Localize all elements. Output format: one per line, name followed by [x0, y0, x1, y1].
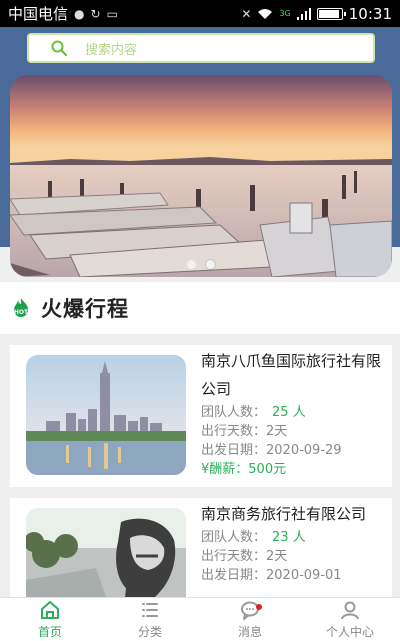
battery-icon — [316, 7, 346, 20]
tab-home[interactable]: 首页 — [0, 598, 100, 641]
tab-profile[interactable]: 个人中心 — [300, 598, 400, 641]
search-placeholder: 搜索内容 — [85, 42, 138, 58]
banner-carousel[interactable] — [10, 75, 392, 277]
wechat-icon: ● — [74, 6, 85, 21]
agency-name: 南京商务旅行社有限公司 — [201, 505, 367, 523]
bottom-tab-bar: 首页 分类 消息 个人中心 — [0, 597, 400, 641]
wifi-icon — [258, 8, 273, 19]
days-value: 2天 — [266, 549, 288, 564]
trip-card[interactable]: 南京商务旅行社有限公司 团队人数： 23 人 出行天数：2天 出发日期：2020-… — [10, 498, 392, 597]
tab-messages[interactable]: 消息 — [200, 598, 300, 641]
search-icon — [51, 40, 67, 56]
date-row: 出发日期：2020-09-29 — [201, 443, 342, 458]
team-size-row: 团队人数： 23 人 — [201, 530, 306, 545]
agency-name: 南京八爪鱼国际旅行社有限公司 — [201, 352, 382, 398]
days-row: 出行天数：2天 — [201, 424, 288, 439]
carousel-dot[interactable] — [206, 260, 215, 269]
date-value: 2020-09-01 — [266, 568, 342, 583]
message-icon — [241, 601, 259, 620]
section-title: 火爆行程 — [41, 297, 129, 321]
days-value: 2天 — [266, 424, 288, 439]
days-row: 出行天数：2天 — [201, 549, 288, 564]
notification-badge — [256, 604, 262, 610]
list-icon — [142, 603, 158, 617]
tab-label: 个人中心 — [325, 625, 374, 639]
game-icon: ▭ — [106, 6, 118, 21]
signal-icon — [296, 7, 311, 20]
carousel-dot[interactable] — [187, 260, 196, 269]
date-value: 2020-09-29 — [266, 443, 342, 458]
network-type-label: 3G — [279, 8, 291, 18]
clock: 10:31 — [348, 4, 392, 23]
trip-thumbnail — [26, 355, 186, 475]
team-size-value: 23 人 — [272, 530, 306, 545]
tab-label: 消息 — [237, 625, 262, 639]
fee-value: ¥酬薪：500元 — [201, 462, 287, 477]
date-row: 出发日期：2020-09-01 — [201, 568, 342, 583]
search-bar[interactable]: 搜索内容 — [27, 33, 375, 63]
banner-image — [10, 75, 392, 277]
mute-icon: ✕ — [241, 6, 252, 21]
tab-label: 首页 — [37, 625, 62, 639]
status-bar: 中国电信 ● ↻ ▭ ✕ 3G 10:31 — [0, 0, 400, 27]
hot-fire-icon: HOT — [14, 298, 29, 317]
carousel-indicator — [10, 260, 392, 269]
carrier-label: 中国电信 — [8, 5, 69, 23]
user-icon — [341, 601, 359, 620]
tab-label: 分类 — [137, 625, 162, 639]
trip-thumbnail — [26, 508, 186, 597]
team-size-value: 25 人 — [272, 405, 306, 420]
sync-icon: ↻ — [90, 6, 101, 21]
team-size-row: 团队人数： 25 人 — [201, 405, 306, 420]
svg-text:HOT: HOT — [14, 309, 29, 316]
tab-category[interactable]: 分类 — [100, 598, 200, 641]
home-icon — [41, 601, 59, 619]
trip-card[interactable]: 南京八爪鱼国际旅行社有限公司 团队人数： 25 人 出行天数：2天 出发日期：20… — [10, 345, 392, 487]
section-header: HOT 火爆行程 — [0, 282, 400, 334]
